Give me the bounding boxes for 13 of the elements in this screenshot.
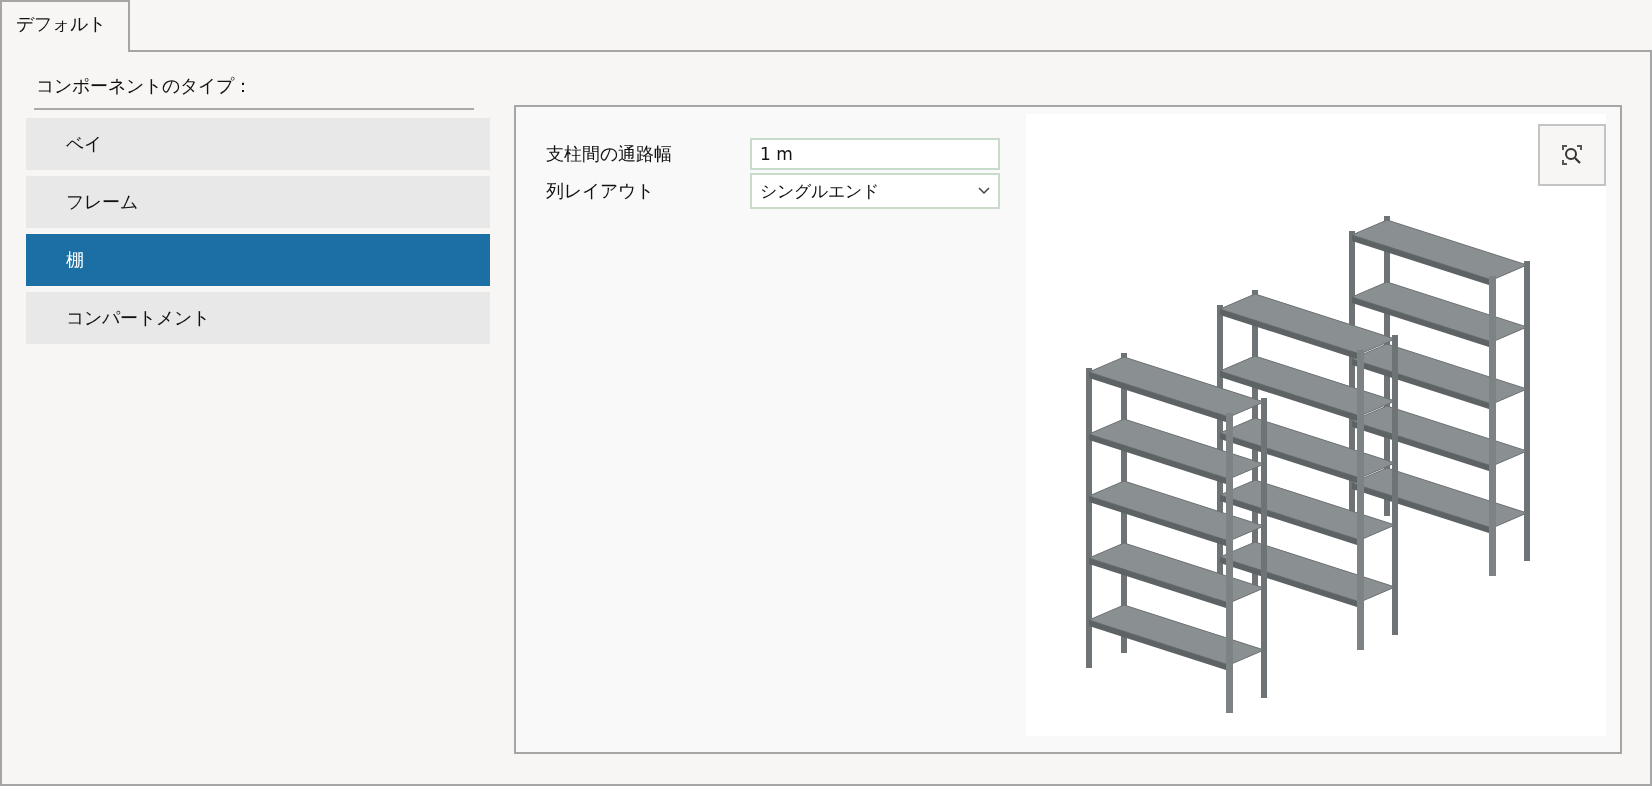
section-label: コンポーネントのタイプ：	[35, 74, 253, 98]
field-label: 支柱間の通路幅	[546, 142, 673, 166]
list-item[interactable]: ベイ	[26, 118, 490, 170]
chevron-down-icon	[978, 187, 990, 195]
list-item[interactable]: 棚	[26, 234, 490, 286]
input-field[interactable]: 1 m	[750, 138, 1000, 170]
search-icon	[1561, 144, 1583, 166]
dropdown[interactable]: シングルエンド	[750, 173, 1000, 209]
zoom-fit-button[interactable]	[1538, 124, 1606, 186]
list-item[interactable]: フレーム	[26, 176, 490, 228]
field-label: 列レイアウト	[546, 179, 655, 203]
list-item[interactable]: コンパートメント	[26, 292, 490, 344]
tab[interactable]: デフォルト	[0, 0, 130, 52]
